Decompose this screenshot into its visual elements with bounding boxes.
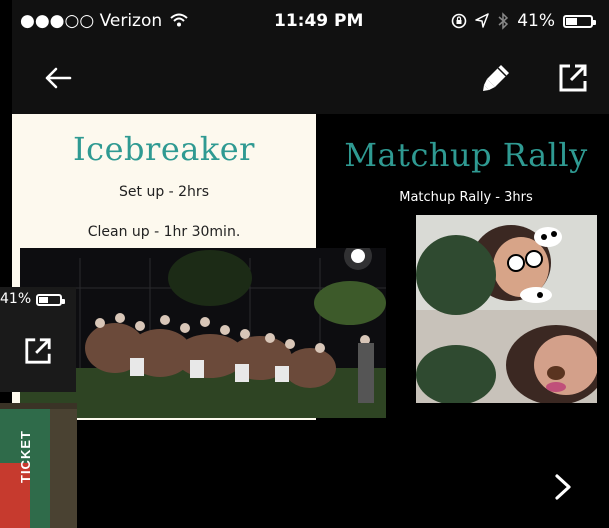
status-right: 41% — [451, 11, 596, 31]
selfie-photo — [416, 215, 597, 403]
location-arrow-icon — [475, 13, 489, 28]
back-button[interactable] — [40, 60, 76, 96]
overlay-battery-icon — [36, 294, 65, 306]
overlay-ticket-photo: TICKET — [0, 403, 77, 528]
chevron-right-icon — [555, 474, 571, 500]
open-button[interactable] — [555, 60, 591, 96]
bluetooth-icon — [498, 12, 509, 30]
arrow-left-icon — [45, 67, 72, 89]
orientation-lock-icon — [451, 13, 467, 29]
overlay-open-button[interactable] — [22, 335, 54, 367]
open-external-icon — [25, 338, 51, 364]
ticket-text: TICKET — [18, 430, 33, 483]
open-external-icon — [559, 64, 587, 92]
battery-icon — [563, 14, 596, 28]
matchup-title: Matchup Rally — [344, 136, 588, 174]
overlay-screenshot-bar: 41% — [0, 287, 76, 392]
carrier-label: ●●●○○ Verizon — [20, 11, 163, 31]
marker-icon — [483, 65, 509, 91]
ticket-photo-image — [0, 403, 77, 528]
matchup-duration: Matchup Rally - 3hrs — [399, 190, 533, 205]
overlay-battery-percent: 41% — [0, 291, 32, 307]
icebreaker-title: Icebreaker — [73, 130, 255, 168]
icebreaker-cleanup: Clean up - 1hr 30min. — [87, 224, 241, 240]
status-bar: ●●●○○ Verizon 11:49 PM 41% — [12, 0, 609, 42]
markup-button[interactable] — [478, 60, 514, 96]
wifi-icon — [170, 13, 188, 27]
battery-percent: 41% — [517, 11, 555, 31]
icebreaker-setup: Set up - 2hrs — [119, 184, 209, 200]
selfie-photo-image — [416, 215, 597, 403]
next-button[interactable] — [546, 470, 580, 504]
viewer-toolbar — [12, 42, 609, 114]
clock-time: 11:49 PM — [274, 11, 364, 31]
